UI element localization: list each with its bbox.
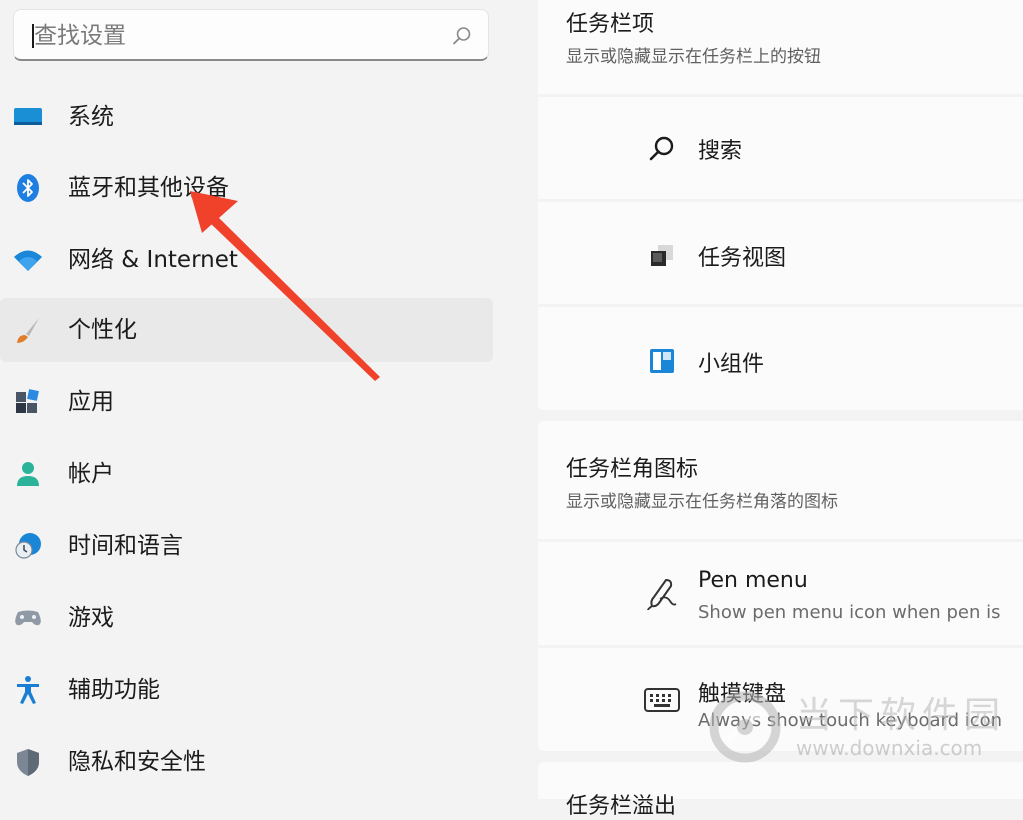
nav-label: 帐户 bbox=[68, 461, 114, 487]
watermark: 当下软件园 www.downxia.com bbox=[704, 686, 1004, 776]
nav-label: 应用 bbox=[68, 389, 114, 415]
apps-icon bbox=[10, 384, 46, 420]
widgets-icon bbox=[644, 343, 680, 379]
section-title: 任务栏溢出 bbox=[566, 794, 677, 819]
watermark-title: 当下软件园 bbox=[796, 695, 1007, 736]
row-label: 搜索 bbox=[698, 139, 743, 164]
search-icon[interactable] bbox=[450, 24, 474, 48]
nav-label: 隐私和安全性 bbox=[68, 749, 206, 775]
account-icon bbox=[10, 456, 46, 492]
accessibility-icon bbox=[10, 672, 46, 708]
pen-icon bbox=[644, 576, 680, 612]
row-description: Show pen menu icon when pen is bbox=[698, 602, 1001, 623]
section-subtitle: 显示或隐藏显示在任务栏上的按钮 bbox=[566, 47, 821, 67]
section-subtitle: 显示或隐藏显示在任务栏角落的图标 bbox=[566, 492, 838, 512]
taskbar-items-section-header[interactable]: 任务栏项 显示或隐藏显示在任务栏上的按钮 bbox=[538, 0, 1023, 94]
taskbar-item-task-view-row[interactable]: 任务视图 bbox=[538, 202, 1023, 304]
red-annotation-arrow bbox=[190, 191, 380, 381]
nav-label: 游戏 bbox=[68, 605, 114, 631]
nav-label: 系统 bbox=[68, 104, 114, 130]
search-icon bbox=[644, 131, 680, 167]
corner-icons-section-header[interactable]: 任务栏角图标 显示或隐藏显示在任务栏角落的图标 bbox=[538, 421, 1023, 539]
search-settings-box[interactable]: 查找设置 bbox=[13, 9, 489, 61]
nav-item-accessibility[interactable]: 辅助功能 bbox=[0, 658, 493, 722]
nav-item-time-language[interactable]: 时间和语言 bbox=[0, 514, 493, 578]
watermark-url: www.downxia.com bbox=[796, 736, 983, 760]
search-placeholder: 查找设置 bbox=[34, 23, 126, 49]
section-title: 任务栏项 bbox=[566, 12, 655, 37]
paintbrush-icon bbox=[10, 312, 46, 348]
section-title: 任务栏角图标 bbox=[566, 457, 699, 482]
watermark-logo bbox=[709, 691, 781, 763]
nav-item-system[interactable]: 系统 bbox=[0, 85, 493, 149]
row-label: 任务视图 bbox=[698, 246, 787, 271]
nav-item-gaming[interactable]: 游戏 bbox=[0, 586, 493, 650]
nav-label: 辅助功能 bbox=[68, 677, 160, 703]
nav-item-accounts[interactable]: 帐户 bbox=[0, 442, 493, 506]
taskbar-item-widgets-row[interactable]: 小组件 bbox=[538, 307, 1023, 410]
gamepad-icon bbox=[10, 600, 46, 636]
keyboard-icon bbox=[644, 682, 680, 718]
nav-item-privacy-security[interactable]: 隐私和安全性 bbox=[0, 730, 493, 794]
row-label: 小组件 bbox=[698, 352, 765, 377]
corner-icon-pen-menu-row[interactable]: Pen menu Show pen menu icon when pen is bbox=[538, 542, 1023, 645]
shield-icon bbox=[10, 744, 46, 780]
settings-navigation: 查找设置 系统 蓝牙和其他设备 网络 & Internet 个性化 应用 帐户 … bbox=[0, 0, 510, 799]
task-view-icon bbox=[644, 238, 680, 274]
clock-globe-icon bbox=[10, 528, 46, 564]
row-label: Pen menu bbox=[698, 568, 808, 593]
nav-label: 时间和语言 bbox=[68, 533, 183, 559]
monitor-icon bbox=[10, 99, 46, 135]
nav-label: 个性化 bbox=[68, 317, 137, 343]
taskbar-item-search-row[interactable]: 搜索 bbox=[538, 97, 1023, 199]
bluetooth-icon bbox=[10, 170, 46, 206]
wifi-icon bbox=[10, 242, 46, 278]
